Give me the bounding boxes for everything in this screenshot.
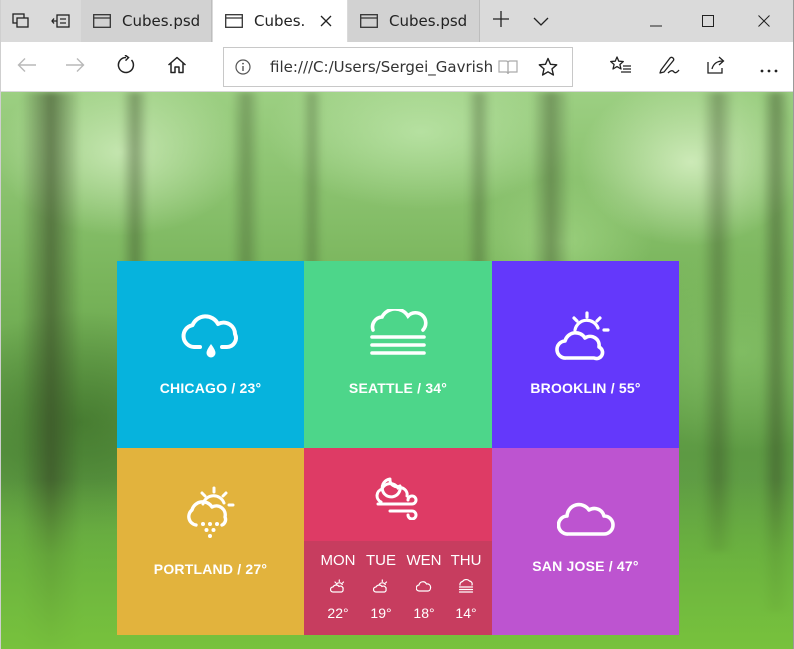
- navigation-bar: file:///C:/Users/Sergei_Gavrish/: [1, 42, 793, 92]
- back-button[interactable]: [3, 42, 51, 92]
- tab-label: Cubes.psd: [389, 12, 468, 30]
- web-note-button[interactable]: [645, 42, 693, 92]
- cloud-icon: [556, 502, 615, 536]
- more-button[interactable]: [745, 42, 793, 92]
- tab-preview-button[interactable]: [521, 0, 561, 42]
- city-temperature-label: PORTLAND / 27°: [153, 561, 268, 577]
- forecast-temperature: 22°: [327, 605, 349, 621]
- pen-icon: [658, 55, 680, 79]
- city-temperature-label: CHICAGO / 23°: [159, 380, 262, 396]
- city-temperature-label: BROOKLIN / 55°: [530, 380, 641, 396]
- cloud-fog-icon: [458, 579, 474, 593]
- page-icon: [225, 14, 243, 28]
- tab-cubes-2[interactable]: Cubes.psd: [213, 0, 347, 42]
- reading-view-icon[interactable]: [496, 57, 520, 77]
- weather-tile-forecast[interactable]: MON 22° TUE 19° WEN 18° THU 14°: [304, 448, 492, 635]
- weather-tile-chicago[interactable]: CHICAGO / 23°: [117, 261, 304, 448]
- tab-cubes-1[interactable]: Cubes.psd: [81, 0, 212, 42]
- browser-window: Cubes.psd Cubes.psd Cubes.psd: [0, 0, 794, 649]
- close-icon: [758, 12, 770, 31]
- city-temperature-label: SAN JOSE / 47°: [532, 558, 639, 574]
- weather-grid: CHICAGO / 23° SEATTLE / 34° BROOKLIN / 5…: [117, 261, 679, 635]
- cloud-icon: [416, 581, 432, 592]
- address-bar[interactable]: file:///C:/Users/Sergei_Gavrish/: [223, 47, 573, 87]
- forecast-day: MON 22°: [316, 541, 360, 635]
- favorites-list-icon: [610, 56, 632, 78]
- city-temperature-label: SEATTLE / 34°: [348, 380, 448, 396]
- star-icon[interactable]: [536, 56, 560, 78]
- forecast-day: WEN 18°: [402, 541, 446, 635]
- cloud-rain-drop-icon: [181, 314, 238, 358]
- forecast-day-name: WEN: [406, 552, 442, 569]
- cloud-fog-icon: [370, 309, 428, 355]
- page-content: CHICAGO / 23° SEATTLE / 34° BROOKLIN / 5…: [1, 92, 793, 649]
- weather-tile-seattle[interactable]: SEATTLE / 34°: [304, 261, 492, 448]
- tab-label: Cubes.psd: [254, 12, 304, 30]
- forecast-temperature: 14°: [455, 605, 477, 621]
- minimize-button[interactable]: [633, 0, 679, 42]
- share-button[interactable]: [693, 42, 741, 92]
- refresh-button[interactable]: [102, 42, 150, 92]
- address-text[interactable]: file:///C:/Users/Sergei_Gavrish/: [270, 48, 492, 86]
- forecast-day: THU 14°: [444, 541, 488, 635]
- tab-label: Cubes.psd: [122, 12, 201, 30]
- forecast-day-name: MON: [320, 552, 356, 569]
- weather-tile-brooklin[interactable]: BROOKLIN / 55°: [492, 261, 679, 448]
- close-window-button[interactable]: [741, 0, 787, 42]
- sun-cloud-icon: [330, 579, 345, 593]
- close-icon[interactable]: [317, 12, 335, 30]
- favorites-button[interactable]: [597, 42, 645, 92]
- moon-cloud-wind-icon: [375, 477, 418, 520]
- share-icon: [706, 56, 728, 78]
- sun-cloud-snow-icon: [186, 486, 234, 538]
- weather-tile-san-jose[interactable]: SAN JOSE / 47°: [492, 448, 679, 635]
- forecast-day-name: THU: [450, 552, 482, 569]
- maximize-icon: [702, 12, 714, 31]
- maximize-button[interactable]: [685, 0, 731, 42]
- forecast-strip: MON 22° TUE 19° WEN 18° THU 14°: [304, 541, 492, 635]
- info-icon[interactable]: [234, 58, 252, 76]
- page-icon: [360, 14, 378, 28]
- arrow-right-icon: [65, 57, 85, 77]
- chevron-down-icon: [533, 12, 549, 31]
- more-icon: [760, 58, 778, 77]
- forecast-day-name: TUE: [366, 552, 396, 569]
- tab-bar: Cubes.psd Cubes.psd Cubes.psd: [1, 0, 793, 42]
- home-icon: [167, 56, 187, 78]
- forecast-day: TUE 19°: [359, 541, 403, 635]
- weather-tile-portland[interactable]: PORTLAND / 27°: [117, 448, 304, 635]
- sun-cloud-icon: [373, 579, 388, 593]
- refresh-icon: [116, 54, 136, 79]
- tab-manager-icon[interactable]: [1, 0, 41, 42]
- forecast-temperature: 19°: [370, 605, 392, 621]
- minimize-icon: [650, 12, 662, 31]
- forecast-temperature: 18°: [413, 605, 435, 621]
- sun-cloud-icon: [554, 311, 610, 361]
- tab-cubes-3[interactable]: Cubes.psd: [348, 0, 480, 42]
- arrow-left-icon: [17, 57, 37, 77]
- new-tab-button[interactable]: [481, 0, 521, 42]
- home-button[interactable]: [153, 42, 201, 92]
- set-aside-tabs-icon[interactable]: [41, 0, 81, 42]
- page-icon: [93, 14, 111, 28]
- plus-icon: [493, 11, 509, 31]
- forward-button[interactable]: [51, 42, 99, 92]
